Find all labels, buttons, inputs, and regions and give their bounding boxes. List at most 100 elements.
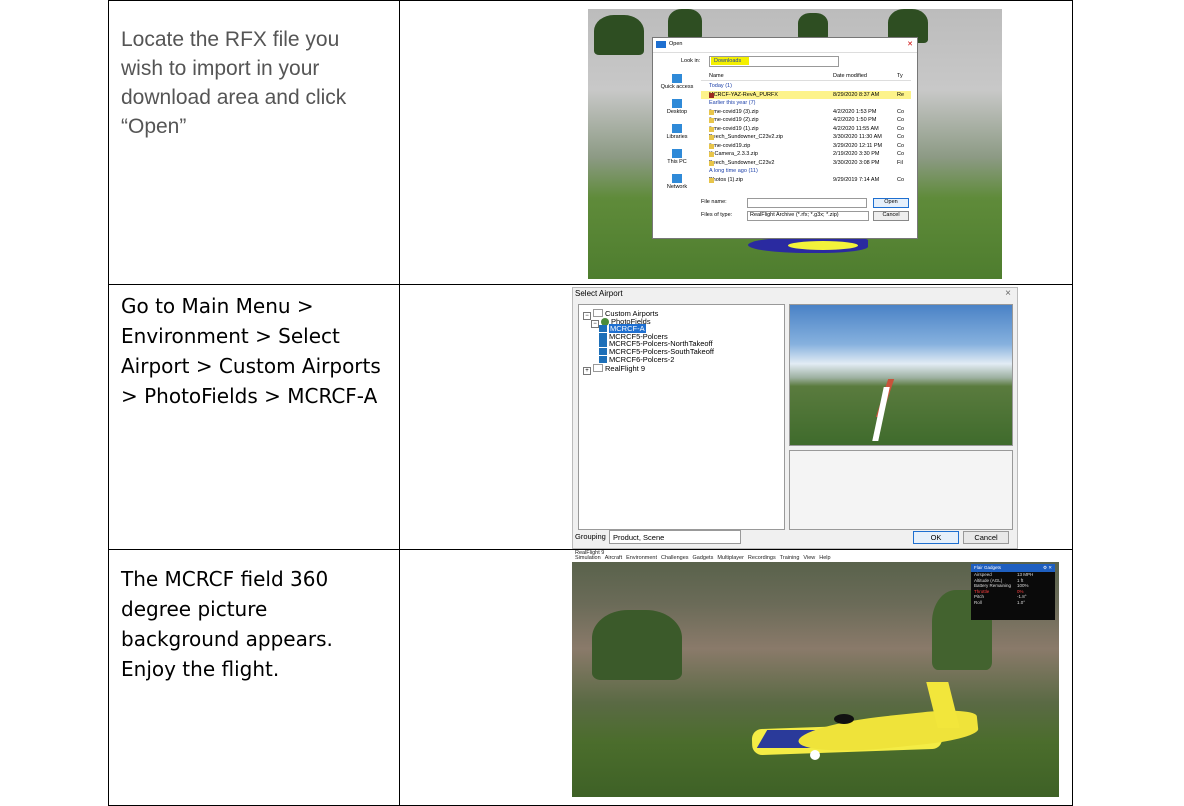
expand-icon[interactable]: − bbox=[591, 319, 599, 328]
instruction-table: Locate the RFX file you wish to import i… bbox=[108, 0, 1073, 806]
file-type: Re bbox=[897, 91, 905, 98]
file-row[interactable]: Photos (1).zip 9/29/2019 7:14 AM Co bbox=[701, 176, 911, 184]
menu-bar: RealFlight 9 Simulation Aircraft Environme… bbox=[572, 550, 1059, 562]
file-name: Earlier this year (7) bbox=[709, 100, 756, 106]
menu-item[interactable]: Challenges bbox=[661, 555, 689, 561]
menu-item[interactable]: Help bbox=[819, 555, 830, 561]
cancel-button[interactable]: Cancel bbox=[873, 211, 909, 221]
open-button[interactable]: Open bbox=[873, 198, 909, 208]
tree-node-label: RealFlight 9 bbox=[605, 364, 646, 374]
place-item[interactable]: Quick access bbox=[657, 74, 697, 97]
place-label: Desktop bbox=[666, 109, 688, 115]
zip-file-icon bbox=[709, 160, 714, 166]
step-row-3: The MCRCF field 360 degree picture backg… bbox=[108, 549, 1073, 806]
column-name[interactable]: Name bbox=[709, 73, 724, 79]
step-text: The MCRCF field 360 degree picture backg… bbox=[121, 567, 333, 681]
tree-node[interactable]: + RealFlight 9 bbox=[583, 364, 646, 376]
tree-image bbox=[594, 15, 644, 55]
close-icon[interactable]: ✕ bbox=[907, 40, 913, 48]
step-screenshot-cell: Select Airport × − Custom Airports − PhotoF… bbox=[399, 284, 1073, 550]
place-item[interactable]: This PC bbox=[657, 149, 697, 172]
gadget-panel: Flair Gadgets ⚙ ✕ Airspeed 13 MPH Altitude … bbox=[971, 564, 1055, 620]
close-icon[interactable]: × bbox=[1005, 288, 1011, 299]
file-date: 3/29/2020 12:11 PM bbox=[833, 142, 883, 149]
file-row[interactable]: Beech_Sundowner_C23v2 3/30/2020 3:08 PM Fi… bbox=[701, 159, 911, 167]
place-icon bbox=[672, 124, 682, 133]
menu-item[interactable]: View bbox=[803, 555, 815, 561]
panel-controls-icon[interactable]: ⚙ ✕ bbox=[1043, 564, 1052, 572]
grouping-label: Grouping bbox=[575, 532, 606, 541]
step-screenshot-cell: RealFlight 9 Simulation Aircraft Environme… bbox=[399, 549, 1073, 806]
place-label: Network bbox=[666, 184, 688, 190]
gadget-value: 1.0° bbox=[1017, 599, 1026, 605]
file-row[interactable]: Beech_Sundowner_C23v2.zip 3/30/2020 11:30… bbox=[701, 133, 911, 141]
menu-item[interactable]: Environment bbox=[626, 555, 657, 561]
file-name: ihme-covid19.zip bbox=[709, 142, 751, 149]
place-item[interactable]: Libraries bbox=[657, 124, 697, 147]
look-in-row: Look in: Downloads bbox=[665, 56, 905, 67]
column-date[interactable]: Date modified bbox=[833, 73, 867, 79]
file-name-label: File name: bbox=[701, 199, 727, 205]
file-row[interactable]: MCRCF-YAZ-RevA_PURFX 8/29/2020 8:37 AM Re bbox=[701, 90, 911, 99]
file-date: 3/30/2020 3:08 PM bbox=[833, 159, 880, 166]
place-item[interactable]: Network bbox=[657, 174, 697, 197]
place-icon bbox=[672, 99, 682, 108]
airplane-wing-image bbox=[788, 241, 858, 250]
file-name: Photos (1).zip bbox=[709, 176, 743, 183]
gadget-label: Throttle bbox=[974, 588, 990, 594]
menu-item[interactable]: Multiplayer bbox=[717, 555, 744, 561]
file-group-header[interactable]: Earlier this year (7) bbox=[701, 99, 911, 107]
file-row[interactable]: X-Camera_2.3.3.zip 2/19/2020 3:30 PM Co bbox=[701, 150, 911, 158]
step-text: Locate the RFX file you wish to import i… bbox=[121, 28, 347, 138]
menu-item[interactable]: Recordings bbox=[748, 555, 776, 561]
look-in-value: Downloads bbox=[714, 58, 742, 64]
file-type: Co bbox=[897, 125, 905, 132]
place-label: Quick access bbox=[660, 84, 694, 90]
menu-item[interactable]: Gadgets bbox=[693, 555, 714, 561]
file-date: 9/29/2019 7:14 AM bbox=[833, 176, 880, 183]
menu-item[interactable]: Training bbox=[780, 555, 800, 561]
files-of-type-select[interactable]: RealFlight Archive (*.rfx; *.g3x; *.zip) bbox=[747, 211, 869, 221]
expand-icon[interactable]: − bbox=[583, 312, 591, 320]
gadget-label: Altitude (AGL) bbox=[974, 577, 1003, 583]
grouping-value: Product, Scene bbox=[613, 533, 665, 542]
file-group-header[interactable]: A long time ago (11) bbox=[701, 167, 911, 175]
file-type: Co bbox=[897, 151, 905, 157]
file-type: Co bbox=[897, 108, 905, 115]
file-row[interactable]: ihme-covid19 (3).zip 4/2/2020 1:53 PM Co bbox=[701, 108, 911, 116]
file-date: 4/2/2020 1:50 PM bbox=[833, 117, 877, 123]
place-icon bbox=[672, 74, 682, 83]
step-text-cell: Go to Main Menu > Environment > Select A… bbox=[108, 284, 400, 550]
step-text-cell: Locate the RFX file you wish to import i… bbox=[108, 0, 400, 285]
file-date: 2/19/2020 3:30 PM bbox=[833, 151, 880, 157]
place-item[interactable]: Desktop bbox=[657, 99, 697, 122]
file-name: MCRCF-YAZ-RevA_PURFX bbox=[709, 91, 778, 98]
tree-node-label: MCRCF6-Polcers-2 bbox=[609, 354, 675, 364]
expand-icon[interactable]: + bbox=[583, 367, 591, 376]
file-group-header[interactable]: Today (1) bbox=[701, 82, 911, 90]
ok-button[interactable]: OK bbox=[913, 531, 959, 544]
file-row[interactable]: ihme-covid19 (2).zip 4/2/2020 1:50 PM Co bbox=[701, 116, 911, 124]
file-name: ihme-covid19 (1).zip bbox=[709, 125, 759, 132]
tree-image bbox=[798, 13, 828, 39]
tree-node[interactable]: MCRCF6-Polcers-2 bbox=[599, 355, 674, 364]
column-type[interactable]: Ty bbox=[897, 73, 903, 79]
files-of-type-label: Files of type: bbox=[701, 212, 733, 218]
file-row[interactable]: ihme-covid19 (1).zip 4/2/2020 11:55 AM Co bbox=[701, 125, 911, 133]
grouping-select[interactable]: Product, Scene bbox=[609, 530, 741, 544]
places-bar: Quick access Desktop Libraries This PC Netwo… bbox=[657, 72, 697, 197]
file-name-input[interactable] bbox=[747, 198, 867, 208]
step-screenshot-cell: Open ✕ Look in: Downloads Quick access De… bbox=[399, 0, 1073, 285]
tree-image bbox=[592, 610, 682, 680]
file-row[interactable]: ihme-covid19.zip 3/29/2020 12:11 PM Co bbox=[701, 142, 911, 150]
zip-file-icon bbox=[709, 135, 714, 140]
place-icon bbox=[672, 149, 682, 158]
airport-tree: − Custom Airports − PhotoFields MCRCF-A MCRCF… bbox=[578, 304, 785, 530]
gadget-row: Roll 1.0° bbox=[971, 600, 1055, 606]
menu-item[interactable]: Simulation bbox=[575, 555, 601, 561]
gadget-value: 0% bbox=[1017, 588, 1024, 594]
gadget-label: Airspeed bbox=[974, 572, 992, 577]
look-in-label: Look in: bbox=[681, 58, 701, 64]
menu-item[interactable]: Aircraft bbox=[605, 555, 622, 561]
cancel-button[interactable]: Cancel bbox=[963, 531, 1009, 544]
